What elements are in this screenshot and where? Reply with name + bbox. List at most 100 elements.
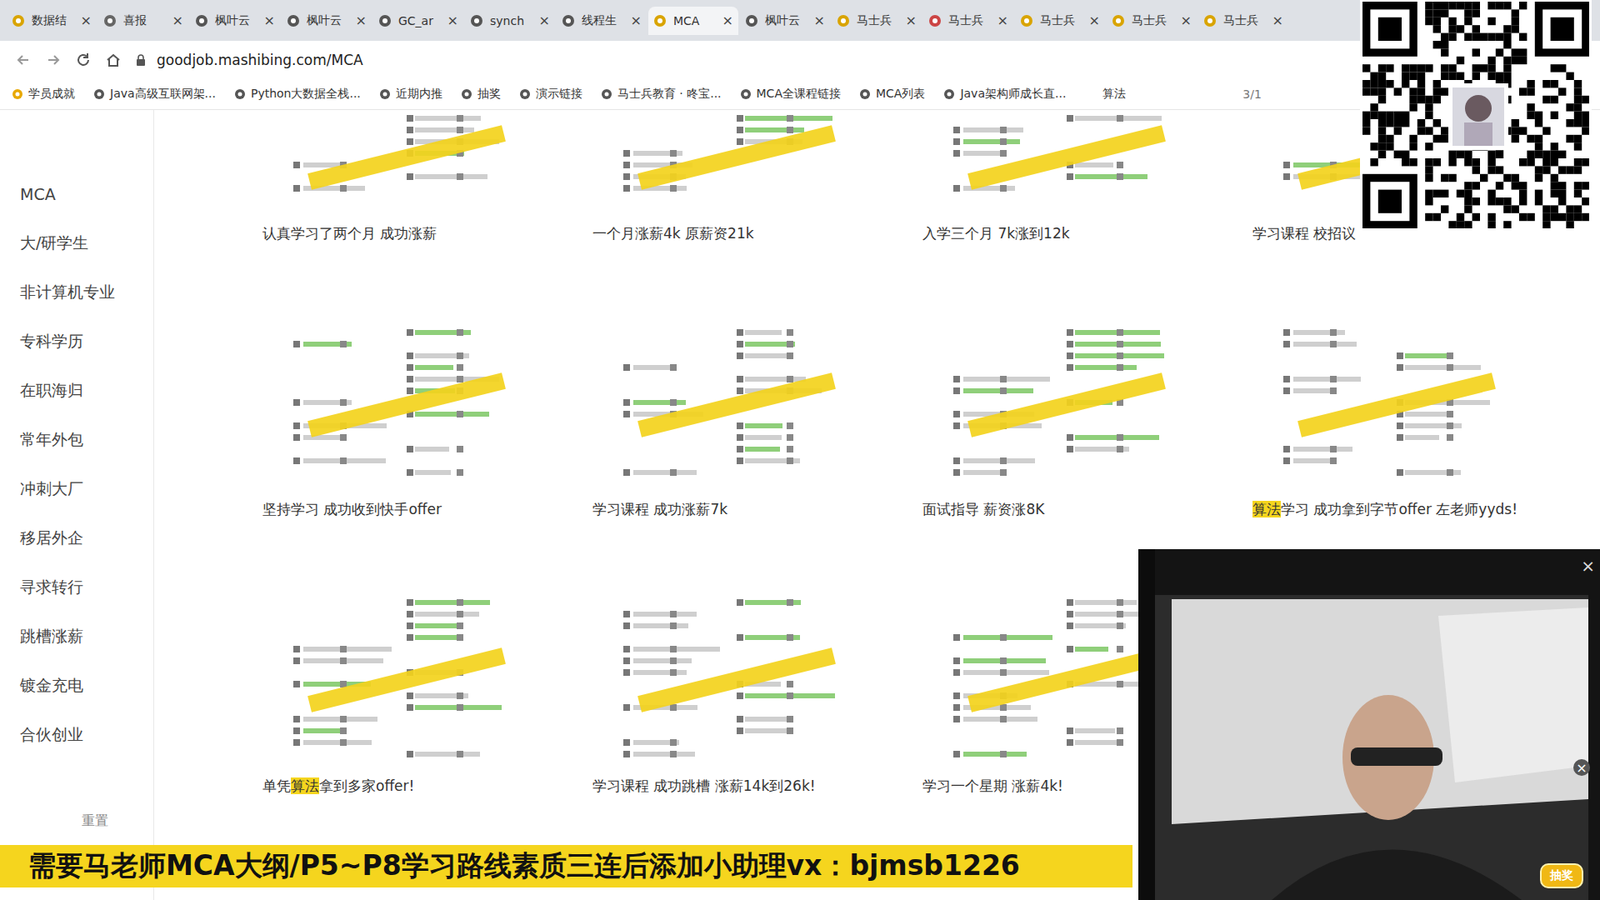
- sidebar-item[interactable]: 移居外企: [0, 513, 154, 563]
- video-frame: [1138, 549, 1600, 900]
- browser-tab[interactable]: 马士兵 ×: [1106, 6, 1197, 35]
- bookmark[interactable]: MCA全课程链接: [740, 86, 841, 102]
- watermark-strip: [637, 647, 836, 712]
- bookmark[interactable]: 演示链接: [519, 86, 583, 102]
- tab-label: 枫叶云: [306, 13, 350, 29]
- sidebar-item[interactable]: MCA: [0, 169, 154, 219]
- bookmark[interactable]: Python大数据全栈...: [234, 86, 361, 102]
- sidebar-item[interactable]: 在职海归: [0, 365, 154, 415]
- tab-close-button[interactable]: ×: [905, 12, 917, 29]
- caption-segment: 认真学习了两个月 成功涨薪: [262, 225, 437, 242]
- url-text: goodjob.mashibing.com/MCA: [156, 51, 364, 69]
- sidebar-item[interactable]: 常年外包: [0, 415, 154, 465]
- tab-close-button[interactable]: ×: [1272, 12, 1284, 29]
- chat-screenshot: [1280, 324, 1510, 483]
- banner-text: 需要马老师MCA大纲/P5~P8学习路线素质三连后添加小助理vx：bjmsb12…: [28, 847, 1020, 885]
- tab-close-button[interactable]: ×: [80, 12, 92, 29]
- browser-tab[interactable]: 马士兵×: [1015, 6, 1105, 35]
- browser-tab[interactable]: GC_ar ×: [373, 6, 464, 35]
- lock-icon: [135, 53, 147, 67]
- watermark-strip: [637, 125, 836, 190]
- story-card[interactable]: 入学三个月 7k涨到12k: [922, 110, 1253, 325]
- tab-label: 马士兵: [856, 13, 900, 29]
- bookmark[interactable]: 学员成就: [11, 86, 75, 102]
- bookmark[interactable]: 马士兵教育 · 咚宝...: [600, 86, 722, 102]
- qr-code: [1360, 0, 1592, 230]
- bookmark-label: MCA列表: [875, 86, 925, 102]
- video-close-button[interactable]: ×: [1580, 555, 1595, 576]
- forward-icon[interactable]: [45, 51, 62, 69]
- sidebar-item[interactable]: 大/研学生: [0, 218, 154, 268]
- browser-tab[interactable]: MCA ×: [648, 6, 739, 35]
- video-window: × × 抽奖: [1138, 549, 1600, 900]
- badge-close-button[interactable]: ×: [1573, 759, 1590, 776]
- find-count: 3/1: [1242, 87, 1262, 101]
- lottery-badge[interactable]: 抽奖: [1540, 863, 1584, 889]
- browser-tab[interactable]: 马士兵×: [1198, 6, 1289, 35]
- tab-close-button[interactable]: ×: [722, 12, 734, 29]
- tab-close-button[interactable]: ×: [1089, 12, 1100, 29]
- tab-label: 马士兵: [1131, 13, 1175, 29]
- bookmark-label: Java架构师成长直...: [960, 86, 1066, 102]
- card-caption: 学习课程 成功涨薪7k: [592, 500, 923, 520]
- tab-close-button[interactable]: ×: [814, 12, 825, 29]
- favicon-icon: [1203, 14, 1217, 28]
- tab-label: MCA: [673, 14, 716, 28]
- tab-label: 枫叶云: [215, 13, 258, 29]
- tab-label: 枫叶云: [765, 13, 808, 29]
- sidebar-item[interactable]: 寻求转行: [0, 562, 154, 612]
- tab-close-button[interactable]: ×: [997, 12, 1009, 29]
- caption-segment: 拿到多家offer!: [319, 777, 415, 795]
- chat-screenshot: [950, 110, 1180, 202]
- tab-close-button[interactable]: ×: [447, 12, 459, 29]
- story-card[interactable]: 认真学习了两个月 成功涨薪: [262, 110, 593, 325]
- caption-segment: 一个月涨薪4k 原薪资21k: [592, 225, 755, 242]
- chat-screenshot: [620, 324, 850, 483]
- sidebar-item[interactable]: 跳槽涨薪: [0, 611, 154, 661]
- story-card[interactable]: 坚持学习 成功收到快手offer: [262, 324, 593, 595]
- tab-close-button[interactable]: ×: [630, 12, 642, 29]
- sidebar-item[interactable]: 非计算机专业: [0, 267, 154, 317]
- home-icon[interactable]: [105, 51, 122, 69]
- favicon-icon: [745, 14, 759, 28]
- address-bar[interactable]: goodjob.mashibing.com/MCA: [135, 51, 364, 69]
- story-card[interactable]: 学习课程 成功涨薪7k: [592, 324, 923, 595]
- tab-close-button[interactable]: ×: [355, 12, 367, 29]
- bookmark[interactable]: MCA列表: [859, 86, 925, 102]
- tab-close-button[interactable]: ×: [1180, 12, 1192, 29]
- sidebar-item[interactable]: 合伙创业: [0, 710, 154, 760]
- reload-icon[interactable]: [75, 51, 92, 69]
- bookmark[interactable]: Java高级互联网架...: [93, 86, 216, 102]
- browser-tab[interactable]: 马士兵×: [923, 6, 1014, 35]
- sidebar-item[interactable]: 专科学历: [0, 316, 154, 366]
- browser-tab[interactable]: 枫叶云 ×: [190, 6, 280, 35]
- browser-tab[interactable]: 喜报×: [98, 6, 189, 35]
- tab-close-button[interactable]: ×: [539, 12, 550, 29]
- browser-tab[interactable]: 马士兵 ×: [831, 6, 922, 35]
- tab-close-button[interactable]: ×: [172, 12, 184, 29]
- find-query[interactable]: 算法: [1102, 86, 1126, 102]
- sidebar-item[interactable]: 镀金充电: [0, 660, 154, 710]
- tab-label: synch: [490, 14, 533, 28]
- reset-button[interactable]: 重置: [0, 812, 154, 830]
- browser-tab[interactable]: 线程生×: [556, 6, 647, 35]
- favicon-icon: [836, 14, 850, 28]
- bookmark[interactable]: 近期内推: [379, 86, 443, 102]
- browser-tab[interactable]: 枫叶云 ×: [281, 6, 372, 35]
- bookmark[interactable]: 抽奖: [460, 86, 501, 102]
- chat-screenshot: [290, 324, 520, 483]
- caption-segment: 入学三个月 7k涨到12k: [922, 225, 1070, 242]
- browser-tab[interactable]: 枫叶云 ×: [740, 6, 830, 35]
- bookmark-label: 近期内推: [395, 86, 443, 102]
- caption-segment: 算法: [1252, 500, 1281, 518]
- back-icon[interactable]: [15, 51, 32, 69]
- browser-tab[interactable]: synch ×: [465, 6, 555, 35]
- tab-label: GC_ar: [398, 14, 441, 28]
- browser-tab[interactable]: 数据结×: [6, 6, 97, 35]
- find-bar[interactable]: 算法 3/1: [1095, 84, 1269, 105]
- bookmark[interactable]: Java架构师成长直...: [943, 86, 1066, 102]
- watermark-strip: [967, 125, 1166, 190]
- story-card[interactable]: 一个月涨薪4k 原薪资21k: [592, 110, 923, 325]
- sidebar-item[interactable]: 冲刺大厂: [0, 464, 154, 514]
- tab-close-button[interactable]: ×: [264, 12, 275, 29]
